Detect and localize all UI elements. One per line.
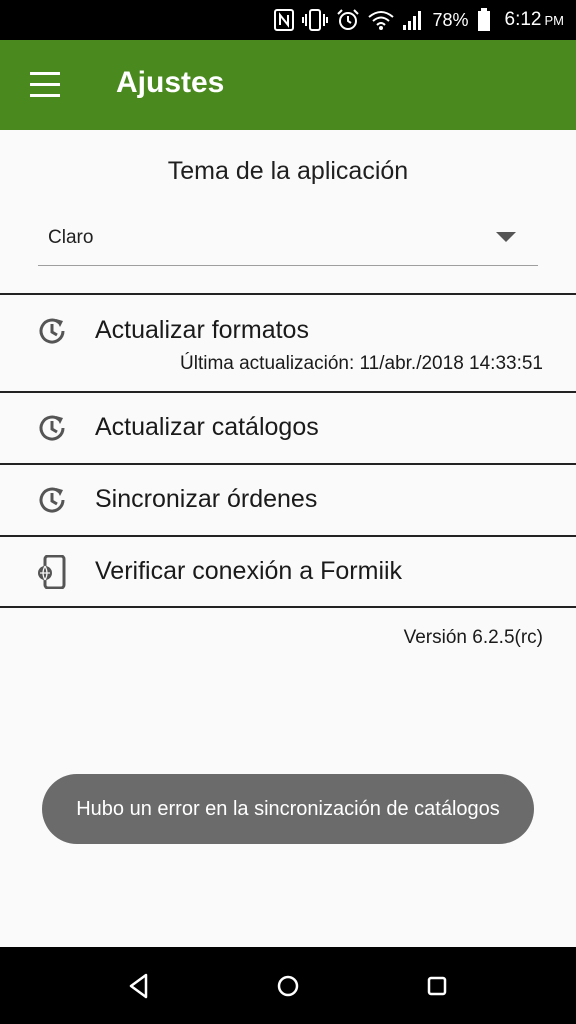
status-bar: 78% 6:12 PM	[0, 0, 576, 40]
navigation-bar	[0, 947, 576, 1024]
verify-connection-label: Verificar conexión a Formiik	[95, 557, 403, 585]
signal-icon	[402, 9, 424, 31]
theme-dropdown[interactable]: Claro	[38, 212, 538, 266]
alarm-icon	[336, 8, 360, 32]
theme-selected-value: Claro	[48, 227, 94, 248]
menu-button[interactable]	[26, 70, 64, 100]
clock-ampm: PM	[544, 13, 565, 28]
battery-icon	[477, 8, 491, 32]
settings-screen: 78% 6:12 PM Ajustes Tema de la aplicació…	[0, 0, 576, 1024]
history-icon	[39, 415, 65, 441]
history-icon	[39, 318, 65, 344]
update-catalogs-item[interactable]: Actualizar catálogos	[0, 393, 576, 463]
update-formats-label: Actualizar formatos	[95, 316, 309, 344]
vibrate-icon	[302, 9, 329, 31]
verify-connection-item[interactable]: Verificar conexión a Formiik	[0, 537, 576, 607]
sync-orders-label: Sincronizar órdenes	[95, 485, 318, 513]
nfc-icon	[274, 9, 295, 31]
dropdown-arrow-icon	[496, 232, 516, 242]
error-toast: Hubo un error en la sincronización de ca…	[42, 774, 534, 844]
last-update-text: Última actualización: 11/abr./2018 14:33…	[180, 353, 543, 374]
phone-web-icon	[38, 555, 66, 589]
update-formats-item[interactable]: Actualizar formatos Última actualización…	[0, 295, 576, 391]
toast-message: Hubo un error en la sincronización de ca…	[76, 797, 500, 820]
home-icon[interactable]	[271, 969, 305, 1003]
history-icon	[39, 487, 65, 513]
divider	[0, 606, 576, 608]
update-catalogs-label: Actualizar catálogos	[95, 413, 319, 441]
recents-icon[interactable]	[420, 969, 454, 1003]
theme-section-title: Tema de la aplicación	[167, 157, 409, 185]
battery-percent: 78%	[432, 9, 469, 30]
wifi-icon	[368, 9, 395, 31]
app-bar: Ajustes	[0, 40, 576, 130]
back-icon[interactable]	[122, 969, 156, 1003]
sync-orders-item[interactable]: Sincronizar órdenes	[0, 465, 576, 535]
clock-time: 6:12	[504, 9, 542, 30]
page-title: Ajustes	[116, 66, 225, 99]
version-text: Versión 6.2.5(rc)	[403, 627, 543, 648]
